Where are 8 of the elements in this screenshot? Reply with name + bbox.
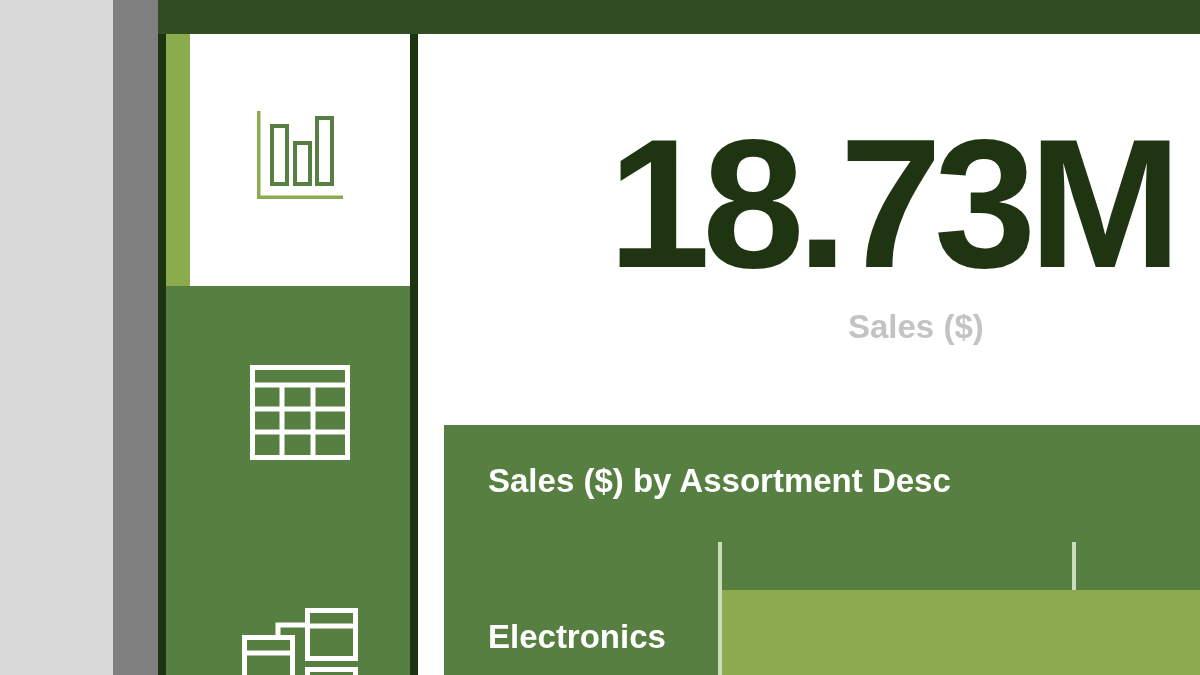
chart-title: Sales ($) by Assortment Desc (488, 461, 952, 501)
table-icon (250, 364, 350, 460)
sidebar-item[interactable] (166, 34, 410, 286)
kpi-value: 18.73M (608, 113, 1174, 293)
kpi-label: Sales ($) (847, 307, 984, 347)
sidebar-item[interactable] (166, 286, 410, 538)
bar-label: Electronics (488, 617, 666, 657)
bar-chart-icon (257, 111, 343, 199)
